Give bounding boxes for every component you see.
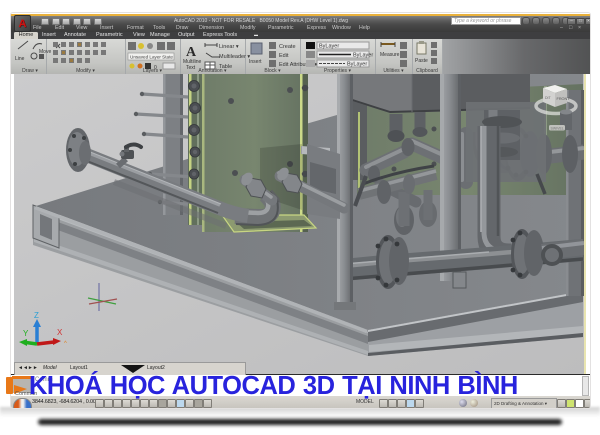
svg-text:ByLayer: ByLayer [319,43,339,49]
svg-text:Move: Move [39,49,51,55]
svg-text:Edit: Edit [279,53,289,59]
svg-text:SWIVEL: SWIVEL [551,127,564,131]
svg-text:Insert: Insert [249,59,262,65]
svg-text:Z: Z [34,311,39,320]
svg-text:Measure: Measure [380,52,400,58]
svg-text:ByLayer: ByLayer [347,61,367,67]
svg-text:Create: Create [279,44,296,50]
svg-text:Y: Y [23,329,29,338]
svg-text:Linear ▾: Linear ▾ [219,44,239,50]
svg-text:^: ^ [64,341,67,347]
svg-text:FRONT: FRONT [557,97,571,101]
svg-text:Line: Line [15,56,25,62]
svg-text:X: X [57,328,63,337]
svg-text:Multileader ▾: Multileader ▾ [219,54,250,60]
svg-text:ByLayer: ByLayer [353,52,373,58]
svg-text:Unsaved Layer State: Unsaved Layer State [130,54,173,59]
svg-text:Text: Text [186,65,196,71]
svg-text:0: 0 [154,65,157,71]
svg-text:DIT: DIT [545,96,552,100]
svg-text:A: A [186,45,197,60]
svg-text:Paste: Paste [415,58,428,64]
svg-text:Table: Table [219,64,232,70]
